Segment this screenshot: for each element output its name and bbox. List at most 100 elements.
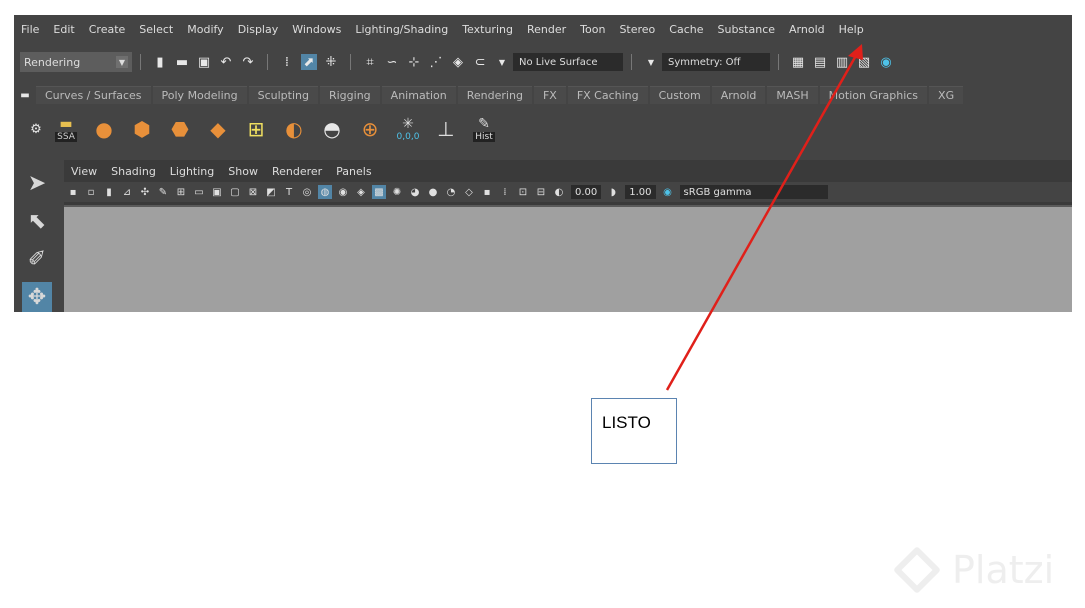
tab-rigging[interactable]: Rigging <box>319 86 380 104</box>
tab-mash[interactable]: MASH <box>767 86 818 104</box>
depth-of-field-icon[interactable]: ◇ <box>462 185 476 199</box>
snap-curve-icon[interactable]: ∽ <box>384 54 400 70</box>
field-chart-icon[interactable]: ⊠ <box>246 185 260 199</box>
xray-joints-icon[interactable]: ⊡ <box>516 185 530 199</box>
menu-set-dropdown[interactable]: Rendering ▼ <box>20 52 132 72</box>
redo-icon[interactable]: ↷ <box>240 54 256 70</box>
shelf-settings-icon[interactable]: ⚙ <box>28 121 44 137</box>
smooth-shade-icon[interactable]: ◍ <box>318 185 332 199</box>
shadows-icon[interactable]: ✺ <box>390 185 404 199</box>
tab-fx-caching[interactable]: FX Caching <box>567 86 648 104</box>
save-scene-icon[interactable]: ▣ <box>196 54 212 70</box>
material-sphere-icon[interactable]: ◐ <box>281 116 307 142</box>
camera-icon[interactable]: ▪ <box>66 185 80 199</box>
colorspace-field[interactable]: sRGB gamma <box>679 185 828 199</box>
new-scene-icon[interactable]: ▮ <box>152 54 168 70</box>
ipr-render-icon[interactable]: ▥ <box>834 54 850 70</box>
sphere-icon[interactable]: ● <box>91 116 117 142</box>
menu-windows[interactable]: Windows <box>285 23 348 36</box>
panel-menu-lighting[interactable]: Lighting <box>163 165 221 178</box>
ssa-shelf-button[interactable]: ▬ SSA <box>53 116 79 142</box>
snap-view-icon[interactable]: ⋰ <box>428 54 444 70</box>
cylinder-icon[interactable]: ⬣ <box>167 116 193 142</box>
tab-arnold[interactable]: Arnold <box>711 86 766 104</box>
menu-cache[interactable]: Cache <box>662 23 710 36</box>
tab-sculpting[interactable]: Sculpting <box>248 86 318 104</box>
render-sequence-icon[interactable]: ▤ <box>812 54 828 70</box>
use-all-lights-icon[interactable]: ▩ <box>372 185 386 199</box>
select-tool-icon[interactable]: ➤ <box>22 168 52 198</box>
pivot-icon[interactable]: ⊥ <box>433 116 459 142</box>
camera-attributes-icon[interactable]: ▫ <box>84 185 98 199</box>
undo-icon[interactable]: ↶ <box>218 54 234 70</box>
2d-pan-icon[interactable]: ✣ <box>138 185 152 199</box>
menu-create[interactable]: Create <box>82 23 133 36</box>
safe-action-icon[interactable]: ◩ <box>264 185 278 199</box>
snap-point-icon[interactable]: ⊹ <box>406 54 422 70</box>
textured-icon[interactable]: ◈ <box>354 185 368 199</box>
tab-xgen[interactable]: XG <box>929 86 964 104</box>
menu-substance[interactable]: Substance <box>711 23 783 36</box>
bookmark-icon[interactable]: ▮ <box>102 185 116 199</box>
resolution-gate-icon[interactable]: ▣ <box>210 185 224 199</box>
xray-icon[interactable]: ⁞ <box>498 185 512 199</box>
gamma-icon[interactable]: ◗ <box>606 185 620 199</box>
grid-icon[interactable]: ⊞ <box>174 185 188 199</box>
paint-select-icon[interactable]: ✐ <box>22 244 52 274</box>
diamond-icon[interactable]: ◆ <box>205 116 231 142</box>
anti-aliasing-icon[interactable]: ◔ <box>444 185 458 199</box>
tab-rendering[interactable]: Rendering <box>457 86 532 104</box>
snap-grid-icon[interactable]: ⌗ <box>362 54 378 70</box>
menu-display[interactable]: Display <box>231 23 286 36</box>
light-icon[interactable]: ⊞ <box>243 116 269 142</box>
exposure-field[interactable]: 0.00 <box>571 185 602 199</box>
isolate-select-icon[interactable]: ▪ <box>480 185 494 199</box>
cube-icon[interactable]: ⬢ <box>129 116 155 142</box>
select-component-icon[interactable]: ⁜ <box>323 54 339 70</box>
color-management-icon[interactable]: ◉ <box>661 185 675 199</box>
gamma-field[interactable]: 1.00 <box>625 185 656 199</box>
film-gate-icon[interactable]: ▭ <box>192 185 206 199</box>
menu-toon[interactable]: Toon <box>573 23 612 36</box>
menu-help[interactable]: Help <box>832 23 871 36</box>
tab-fx[interactable]: FX <box>533 86 566 104</box>
xray-active-icon[interactable]: ⊟ <box>534 185 548 199</box>
snap-live-icon[interactable]: ⊂ <box>472 54 488 70</box>
tab-poly-modeling[interactable]: Poly Modeling <box>152 86 247 104</box>
select-object-icon[interactable]: ⬈ <box>301 54 317 70</box>
shelf-menu-icon[interactable]: ▬ <box>17 87 33 103</box>
symmetry-field[interactable]: Symmetry: Off <box>662 53 770 71</box>
exposure-icon[interactable]: ◐ <box>552 185 566 199</box>
image-plane-icon[interactable]: ⊿ <box>120 185 134 199</box>
wireframe-on-shaded-icon[interactable]: ◉ <box>336 185 350 199</box>
tab-custom[interactable]: Custom <box>649 86 710 104</box>
safe-title-icon[interactable]: T <box>282 185 296 199</box>
panel-menu-view[interactable]: View <box>64 165 104 178</box>
panel-menu-show[interactable]: Show <box>221 165 265 178</box>
render-frame-icon[interactable]: ▦ <box>790 54 806 70</box>
tab-curves-surfaces[interactable]: Curves / Surfaces <box>36 86 151 104</box>
chevron-down-icon[interactable]: ▼ <box>494 54 510 70</box>
gate-mask-icon[interactable]: ▢ <box>228 185 242 199</box>
menu-lighting-shading[interactable]: Lighting/Shading <box>348 23 455 36</box>
transform-icon[interactable]: ✳ 0,0,0 <box>395 116 421 142</box>
snap-surface-icon[interactable]: ◈ <box>450 54 466 70</box>
ambient-occlusion-icon[interactable]: ◕ <box>408 185 422 199</box>
panel-menu-panels[interactable]: Panels <box>329 165 378 178</box>
menu-texturing[interactable]: Texturing <box>455 23 520 36</box>
menu-edit[interactable]: Edit <box>46 23 81 36</box>
tab-motion-graphics[interactable]: Motion Graphics <box>819 86 928 104</box>
menu-modify[interactable]: Modify <box>180 23 230 36</box>
material-swatch-icon[interactable]: ◓ <box>319 116 345 142</box>
live-surface-field[interactable]: No Live Surface <box>513 53 623 71</box>
hypershade-icon[interactable]: ◉ <box>878 54 894 70</box>
select-hierarchy-icon[interactable]: ⁞ <box>279 54 295 70</box>
menu-render[interactable]: Render <box>520 23 573 36</box>
panel-menu-renderer[interactable]: Renderer <box>265 165 329 178</box>
motion-blur-icon[interactable]: ● <box>426 185 440 199</box>
menu-file[interactable]: File <box>14 23 46 36</box>
lasso-tool-icon[interactable]: ⬉ <box>22 206 52 236</box>
history-button[interactable]: ✎ Hist <box>471 116 497 142</box>
open-scene-icon[interactable]: ▬ <box>174 54 190 70</box>
wireframe-icon[interactable]: ◎ <box>300 185 314 199</box>
